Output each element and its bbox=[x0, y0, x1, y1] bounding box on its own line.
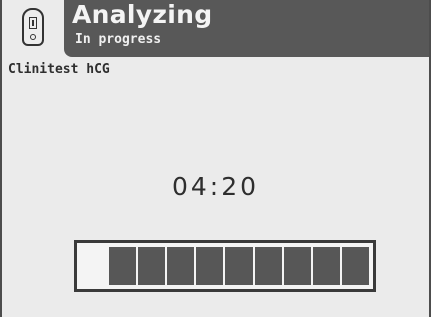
progress-segment bbox=[312, 247, 340, 285]
progress-segment bbox=[254, 247, 282, 285]
page-title: Analyzing bbox=[72, 0, 213, 29]
header: Analyzing In progress bbox=[2, 0, 429, 57]
progress-bar bbox=[74, 240, 376, 292]
progress-segment bbox=[283, 247, 311, 285]
countdown-timer: 04:20 bbox=[171, 172, 260, 201]
progress-segment bbox=[341, 247, 369, 285]
progress-segments bbox=[109, 247, 369, 285]
progress-segment bbox=[225, 247, 253, 285]
test-cassette-icon bbox=[22, 8, 44, 46]
analyzer-screen: Analyzing In progress Clinitest hCG 04:2… bbox=[0, 0, 431, 317]
status-subtitle: In progress bbox=[75, 32, 162, 47]
progress-segment bbox=[109, 247, 137, 285]
progress-segment bbox=[167, 247, 195, 285]
test-name-label: Clinitest hCG bbox=[8, 62, 110, 77]
progress-segment bbox=[138, 247, 166, 285]
progress-segment bbox=[196, 247, 224, 285]
